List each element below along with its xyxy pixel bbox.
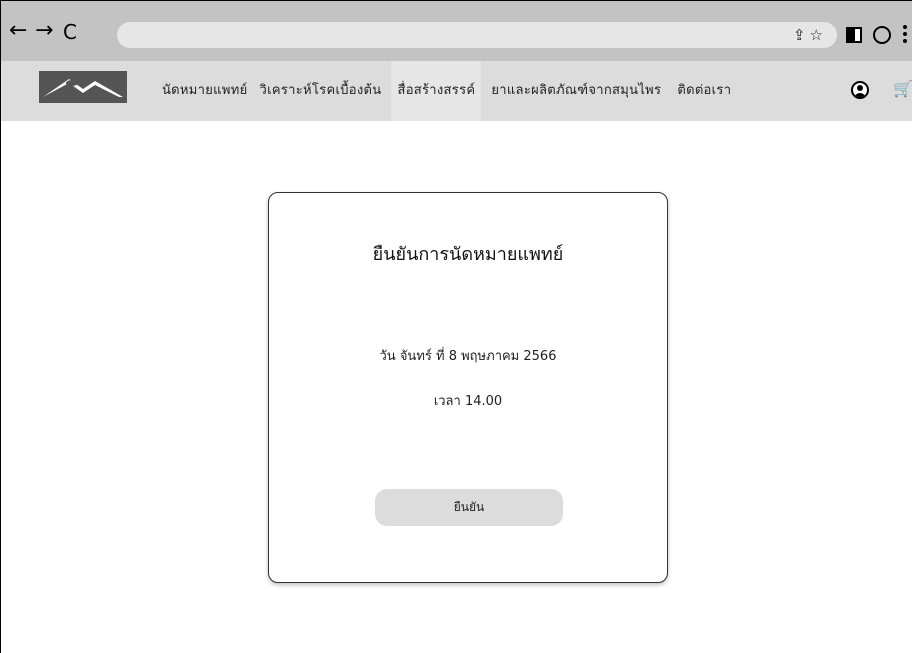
card-title: ยืนยันการนัดหมายแพทย์ [372,244,564,265]
logo-image-icon[interactable] [39,71,127,103]
side-panel-icon[interactable] [846,27,862,43]
profile-circle-icon[interactable] [873,26,891,44]
address-bar[interactable]: ⇪☆ [117,22,837,48]
forward-arrow-icon[interactable]: → [35,20,53,42]
back-arrow-icon[interactable]: ← [9,20,27,42]
cart-icon[interactable]: 🛒 [893,79,912,98]
nav-item-diagnosis[interactable]: วิเคราะห์โรคเบื้องต้น [254,61,388,121]
appointment-date: วัน จันทร์ ที่ 8 พฤษภาคม 2566 [379,349,557,364]
appointment-time: เวลา 14.00 [433,394,503,409]
main-nav: นัดหมายแพทย์ วิเคราะห์โรคเบื้องต้น สื่อส… [156,61,737,121]
confirmation-card: ยืนยันการนัดหมายแพทย์ วัน จันทร์ ที่ 8 พ… [268,192,668,583]
nav-item-creative-media[interactable]: สื่อสร้างสรรค์ [391,61,482,121]
confirm-button[interactable]: ยืนยัน [375,489,563,526]
user-account-icon[interactable] [851,81,869,99]
more-menu-icon[interactable] [903,25,907,45]
page: ← → C ⇪☆ นัดหมายแพทย์ วิเคราะห์โรคเบื้อง… [0,0,912,653]
share-bookmark-icons[interactable]: ⇪☆ [793,26,827,44]
browser-toolbar: ← → C ⇪☆ [1,1,912,61]
nav-item-contact[interactable]: ติดต่อเรา [671,61,737,121]
reload-icon[interactable]: C [63,22,77,42]
nav-item-herbal-products[interactable]: ยาและผลิตภัณฑ์จากสมุนไพร [485,61,667,121]
nav-item-appointment[interactable]: นัดหมายแพทย์ [156,61,254,121]
site-header: นัดหมายแพทย์ วิเคราะห์โรคเบื้องต้น สื่อส… [1,61,912,121]
